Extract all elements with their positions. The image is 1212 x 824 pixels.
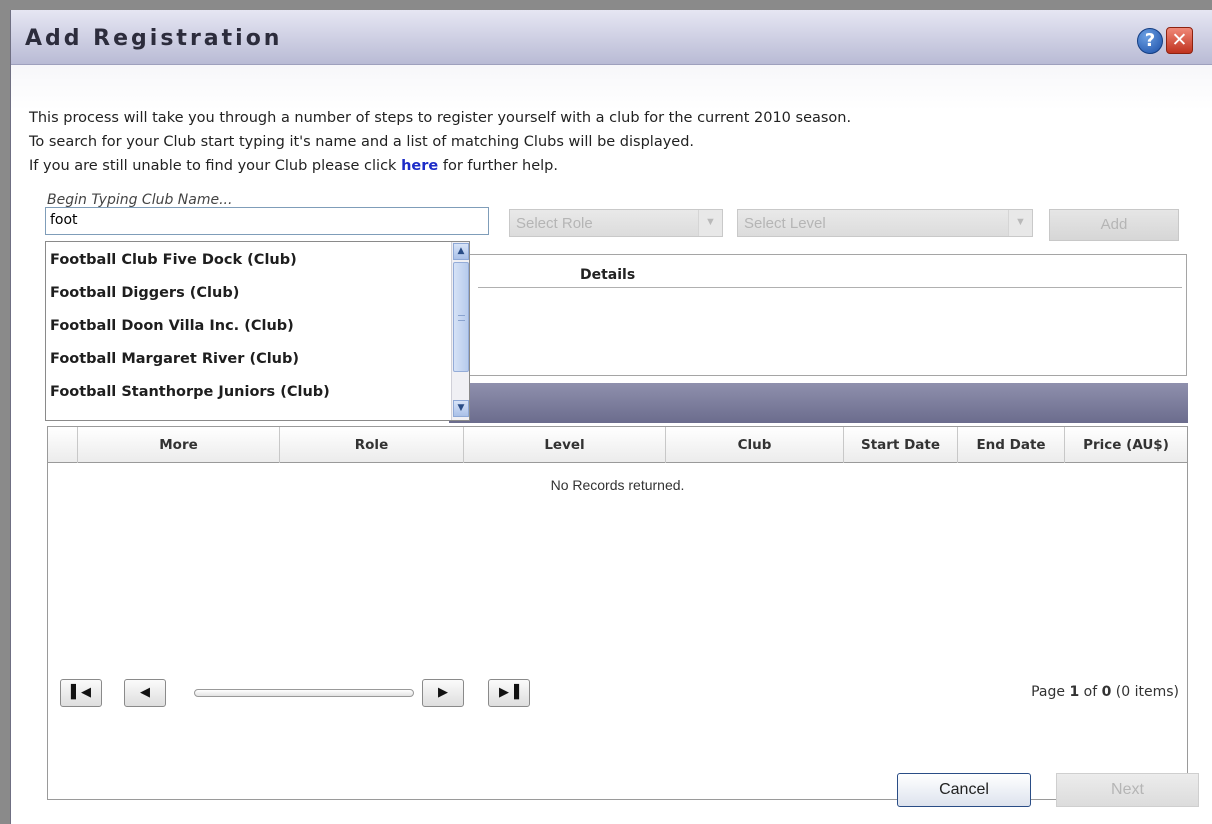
scroll-down-icon[interactable]: ▼ — [453, 400, 469, 417]
details-panel: Details — [449, 254, 1187, 376]
add-button[interactable]: Add — [1049, 209, 1179, 241]
suggestion-item[interactable]: Football Stanthorpe Juniors (Club) — [46, 376, 444, 409]
club-name-label: Begin Typing Club Name... — [47, 192, 233, 208]
empty-message: No Records returned. — [550, 477, 685, 493]
page-current: 1 — [1069, 684, 1080, 700]
previous-page-icon: ◀ — [140, 685, 150, 700]
page-slider[interactable] — [194, 689, 414, 697]
last-page-icon: ▶▐ — [499, 685, 519, 700]
intro-line-3: If you are still unable to find your Clu… — [29, 154, 851, 178]
intro-line-3-suffix: for further help. — [438, 158, 558, 174]
help-icon[interactable]: ? — [1137, 28, 1163, 54]
previous-page-button[interactable]: ◀ — [124, 679, 166, 707]
intro-line-2: To search for your Club start typing it'… — [29, 134, 695, 150]
grid-header: More Role Level Club Start Date End Date… — [48, 427, 1187, 463]
suggestion-item[interactable]: Football Club Five Dock (Club) — [46, 244, 444, 277]
grid-column-start-date[interactable]: Start Date — [844, 427, 958, 463]
next-page-button[interactable]: ▶ — [422, 679, 464, 707]
suggestions-scrollbar[interactable]: ▲ ▼ — [451, 242, 469, 420]
intro-text: This process will take you through a num… — [29, 106, 851, 178]
intro-line-3-prefix: If you are still unable to find your Clu… — [29, 158, 402, 174]
page-info-prefix: Page — [1031, 684, 1070, 700]
cancel-button[interactable]: Cancel — [897, 773, 1031, 807]
club-suggestions-dropdown[interactable]: Football Club Five Dock (Club) Football … — [45, 241, 470, 421]
grid-column-end-date[interactable]: End Date — [958, 427, 1065, 463]
suggestion-item[interactable]: Football Doon Villa Inc. (Club) — [46, 310, 444, 343]
details-divider — [478, 287, 1182, 288]
details-header: Details — [580, 267, 636, 283]
page-item-count: (0 items) — [1111, 684, 1179, 700]
intro-line-1: This process will take you through a num… — [29, 110, 852, 126]
help-link[interactable]: here — [401, 158, 438, 174]
scroll-grip-icon — [458, 315, 465, 321]
dialog-title: Add Registration — [25, 26, 283, 51]
add-registration-dialog: Add Registration ? ✕ This process will t… — [10, 10, 1212, 824]
scroll-thumb[interactable] — [453, 262, 469, 372]
role-select-placeholder: Select Role — [516, 215, 593, 232]
grid-column-level[interactable]: Level — [464, 427, 666, 463]
level-select-placeholder: Select Level — [744, 215, 826, 232]
club-search-input[interactable]: foot — [45, 207, 489, 235]
page-info: Page 1 of 0 (0 items) — [1031, 684, 1179, 700]
chevron-down-icon[interactable]: ▼ — [1008, 210, 1032, 236]
level-select[interactable]: Select Level ▼ — [737, 209, 1033, 237]
chevron-down-icon[interactable]: ▼ — [698, 210, 722, 236]
last-page-button[interactable]: ▶▐ — [488, 679, 530, 707]
title-bar: Add Registration ? ✕ — [11, 10, 1212, 65]
first-page-icon: ▌◀ — [71, 685, 91, 700]
page-info-of: of — [1079, 684, 1102, 700]
section-band — [449, 383, 1188, 423]
suggestion-item[interactable]: Football Diggers (Club) — [46, 277, 444, 310]
grid-column-select — [48, 427, 78, 463]
role-select[interactable]: Select Role ▼ — [509, 209, 723, 237]
suggestion-item[interactable]: Football Margaret River (Club) — [46, 343, 444, 376]
grid-column-price[interactable]: Price (AU$) — [1065, 427, 1187, 463]
scroll-up-icon[interactable]: ▲ — [453, 243, 469, 260]
first-page-button[interactable]: ▌◀ — [60, 679, 102, 707]
registrations-grid: More Role Level Club Start Date End Date… — [47, 426, 1188, 800]
grid-column-more[interactable]: More — [78, 427, 280, 463]
grid-column-club[interactable]: Club — [666, 427, 844, 463]
grid-column-role[interactable]: Role — [280, 427, 464, 463]
page-total: 0 — [1101, 684, 1112, 700]
next-button[interactable]: Next — [1056, 773, 1199, 807]
close-icon[interactable]: ✕ — [1166, 27, 1193, 54]
next-page-icon: ▶ — [438, 685, 448, 700]
